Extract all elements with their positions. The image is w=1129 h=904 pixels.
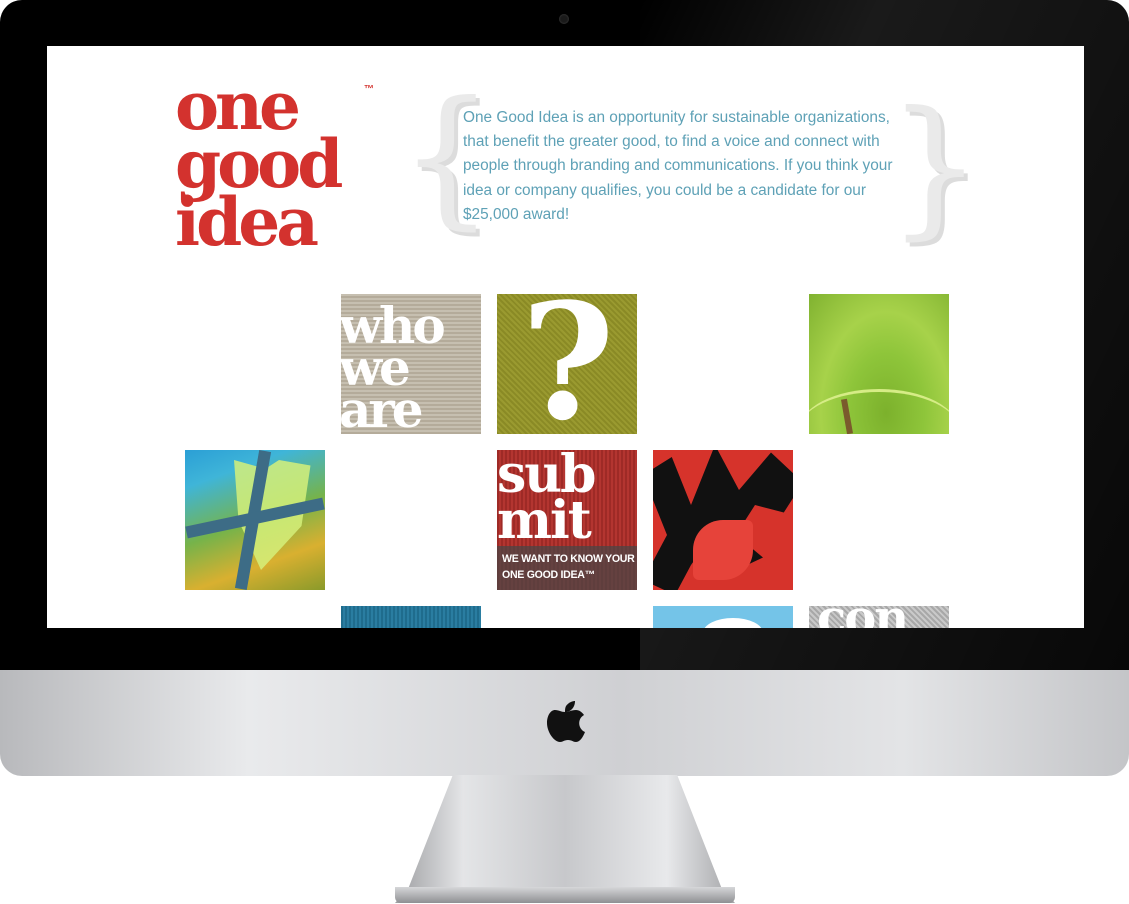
- contact-tile[interactable]: con: [809, 606, 949, 628]
- website-screen: one ™ good idea { } One Good Idea is an …: [47, 46, 1084, 628]
- question-mark-tile[interactable]: ?: [497, 294, 637, 434]
- submit-tile[interactable]: sub mit WE WANT TO KNOW YOUR ONE GOOD ID…: [497, 450, 637, 590]
- who-we-are-word-3: are: [341, 380, 424, 435]
- logo-word-idea: idea: [175, 183, 319, 261]
- camera-icon: [559, 14, 569, 24]
- submit-word-2: mit: [497, 490, 592, 551]
- flame-pattern-tile[interactable]: [653, 450, 793, 590]
- apple-logo-icon: [547, 701, 585, 742]
- one-good-idea-logo[interactable]: one ™ good idea: [175, 73, 403, 260]
- sky-tile[interactable]: [653, 606, 793, 628]
- submit-caption-line-2: ONE GOOD IDEA™: [502, 569, 595, 581]
- stained-glass-heart-tile[interactable]: [185, 450, 325, 590]
- apple-highlight: [809, 389, 949, 434]
- monitor-stand-base: [395, 887, 735, 903]
- submit-caption-line-1: WE WANT TO KNOW YOUR: [502, 553, 635, 565]
- question-mark-icon: ?: [521, 294, 615, 434]
- monitor-stand: [395, 775, 735, 903]
- who-we-are-tile[interactable]: who we are: [341, 294, 481, 434]
- cloud-shape: [703, 618, 763, 628]
- logo-trademark: ™: [364, 84, 374, 95]
- submit-caption: WE WANT TO KNOW YOUR ONE GOOD IDEA™: [502, 551, 636, 583]
- flame-accent: [693, 520, 753, 580]
- contact-word: con: [817, 606, 909, 628]
- blue-fabric-tile[interactable]: [341, 606, 481, 628]
- green-apple-tile[interactable]: [809, 294, 949, 434]
- intro-paragraph: One Good Idea is an opportunity for sust…: [463, 109, 893, 223]
